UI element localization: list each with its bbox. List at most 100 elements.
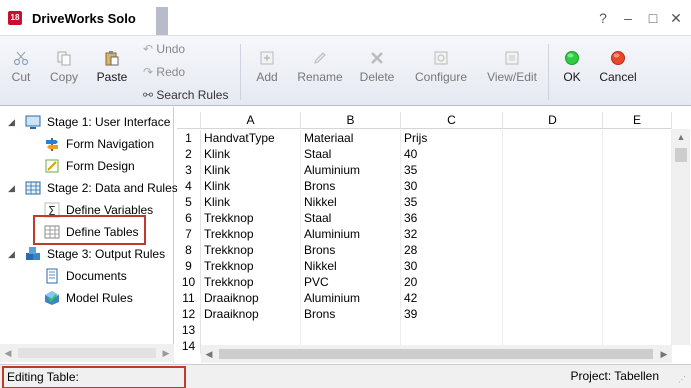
- table-cell[interactable]: [503, 162, 603, 178]
- tree-node-stage2[interactable]: ◢ Stage 2: Data and Rules: [8, 178, 178, 198]
- row-number[interactable]: 5: [177, 194, 201, 210]
- scrollbar-thumb[interactable]: [18, 348, 156, 358]
- grid-corner[interactable]: [177, 112, 201, 129]
- table-cell[interactable]: Materiaal: [301, 130, 401, 146]
- cancel-button[interactable]: Cancel: [598, 50, 638, 84]
- table-cell[interactable]: Aluminium: [301, 290, 401, 306]
- row-number[interactable]: 13: [177, 322, 201, 338]
- scroll-left-icon[interactable]: ◀: [0, 344, 16, 362]
- table-cell[interactable]: 40: [401, 146, 503, 162]
- collapse-arrow-icon[interactable]: ◢: [8, 178, 18, 198]
- table-cell[interactable]: [503, 290, 603, 306]
- table-cell[interactable]: 42: [401, 290, 503, 306]
- table-cell[interactable]: [603, 290, 672, 306]
- table-cell[interactable]: [603, 274, 672, 290]
- copy-button[interactable]: Copy: [48, 50, 80, 84]
- table-cell[interactable]: Draaiknop: [201, 290, 301, 306]
- table-cell[interactable]: 32: [401, 226, 503, 242]
- table-cell[interactable]: Aluminium: [301, 226, 401, 242]
- table-cell[interactable]: [603, 226, 672, 242]
- scrollbar-thumb[interactable]: [675, 148, 687, 162]
- row-number[interactable]: 8: [177, 242, 201, 258]
- row-number[interactable]: 11: [177, 290, 201, 306]
- table-cell[interactable]: [603, 242, 672, 258]
- table-cell[interactable]: 39: [401, 306, 503, 322]
- paste-button[interactable]: Paste: [95, 50, 129, 84]
- row-number[interactable]: 9: [177, 258, 201, 274]
- cut-button[interactable]: Cut: [8, 50, 34, 84]
- minimize-button[interactable]: –: [617, 8, 639, 28]
- table-cell[interactable]: Klink: [201, 162, 301, 178]
- scroll-left-icon[interactable]: ◀: [201, 345, 217, 363]
- resize-grip-icon[interactable]: ⋰: [678, 375, 688, 385]
- grid-vertical-scrollbar[interactable]: ▲: [672, 129, 690, 345]
- table-cell[interactable]: [603, 130, 672, 146]
- table-cell[interactable]: [603, 162, 672, 178]
- table-cell[interactable]: Brons: [301, 306, 401, 322]
- undo-button[interactable]: ↶ Undo: [143, 42, 185, 56]
- tree-item-model-rules[interactable]: Model Rules: [44, 288, 174, 308]
- table-cell[interactable]: [503, 322, 603, 338]
- table-cell[interactable]: [301, 322, 401, 338]
- column-header-e[interactable]: E: [603, 112, 672, 129]
- table-cell[interactable]: Trekknop: [201, 242, 301, 258]
- collapse-arrow-icon[interactable]: ◢: [8, 112, 18, 132]
- table-grid[interactable]: A B C D E 1 HandvatType Materiaal Prijs 2 Kli…: [177, 112, 691, 363]
- row-number[interactable]: 14: [177, 338, 201, 354]
- maximize-button[interactable]: □: [642, 8, 664, 28]
- table-cell[interactable]: Klink: [201, 146, 301, 162]
- tree-node-stage1[interactable]: ◢ Stage 1: User Interface: [8, 112, 174, 132]
- table-cell[interactable]: [503, 178, 603, 194]
- table-cell[interactable]: [503, 258, 603, 274]
- table-cell[interactable]: [401, 322, 503, 338]
- table-cell[interactable]: [503, 226, 603, 242]
- search-rules-button[interactable]: ⚯ Search Rules: [143, 88, 228, 102]
- tree-node-stage3[interactable]: ◢ Stage 3: Output Rules: [8, 244, 174, 264]
- row-number[interactable]: 4: [177, 178, 201, 194]
- table-cell[interactable]: [603, 194, 672, 210]
- table-cell[interactable]: Trekknop: [201, 258, 301, 274]
- table-cell[interactable]: Staal: [301, 146, 401, 162]
- scroll-right-icon[interactable]: ▶: [158, 344, 174, 362]
- table-cell[interactable]: 30: [401, 178, 503, 194]
- table-cell[interactable]: 30: [401, 258, 503, 274]
- table-cell[interactable]: [201, 322, 301, 338]
- table-cell[interactable]: Brons: [301, 242, 401, 258]
- table-cell[interactable]: Aluminium: [301, 162, 401, 178]
- row-number[interactable]: 7: [177, 226, 201, 242]
- table-cell[interactable]: [503, 146, 603, 162]
- table-cell[interactable]: HandvatType: [201, 130, 301, 146]
- table-cell[interactable]: 35: [401, 162, 503, 178]
- table-cell[interactable]: Nikkel: [301, 194, 401, 210]
- table-cell[interactable]: PVC: [301, 274, 401, 290]
- scroll-right-icon[interactable]: ▶: [656, 345, 672, 363]
- table-cell[interactable]: 28: [401, 242, 503, 258]
- table-cell[interactable]: 20: [401, 274, 503, 290]
- table-cell[interactable]: [603, 258, 672, 274]
- table-cell[interactable]: [503, 194, 603, 210]
- table-cell[interactable]: [503, 306, 603, 322]
- table-cell[interactable]: Trekknop: [201, 226, 301, 242]
- table-cell[interactable]: Draaiknop: [201, 306, 301, 322]
- row-number[interactable]: 10: [177, 274, 201, 290]
- row-number[interactable]: 2: [177, 146, 201, 162]
- row-number[interactable]: 1: [177, 130, 201, 146]
- table-cell[interactable]: 36: [401, 210, 503, 226]
- table-cell[interactable]: [603, 146, 672, 162]
- column-header-b[interactable]: B: [301, 112, 401, 129]
- table-cell[interactable]: [503, 130, 603, 146]
- table-cell[interactable]: [603, 306, 672, 322]
- row-number[interactable]: 12: [177, 306, 201, 322]
- redo-button[interactable]: ↷ Redo: [143, 65, 185, 79]
- tree-horizontal-scrollbar[interactable]: ◀ ▶: [0, 344, 174, 362]
- column-header-a[interactable]: A: [201, 112, 301, 129]
- configure-button[interactable]: Configure: [412, 50, 470, 84]
- column-header-d[interactable]: D: [503, 112, 603, 129]
- help-button[interactable]: ?: [592, 8, 614, 28]
- scrollbar-thumb[interactable]: [219, 349, 653, 359]
- table-cell[interactable]: Staal: [301, 210, 401, 226]
- table-cell[interactable]: [603, 178, 672, 194]
- table-cell[interactable]: Trekknop: [201, 274, 301, 290]
- ok-button[interactable]: OK: [559, 50, 585, 84]
- table-cell[interactable]: [603, 210, 672, 226]
